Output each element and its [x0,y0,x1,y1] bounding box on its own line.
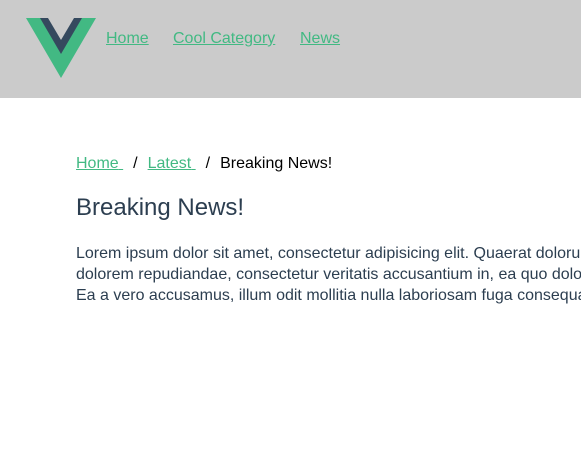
site-header: Home Cool Category News [0,0,581,98]
breadcrumb-home-link[interactable]: Home [76,155,123,172]
vue-logo-icon[interactable] [26,18,96,78]
breadcrumb-current: Breaking News! [220,155,333,172]
article-body-line: Ea a vero accusamus, illum odit mollitia… [76,287,581,304]
article-body-line: Lorem ipsum dolor sit amet, consectetur … [76,245,581,262]
breadcrumb: Home / Latest / Breaking News! [76,155,332,173]
nav-link-news[interactable]: News [300,30,340,48]
nav-link-cool-category[interactable]: Cool Category [173,30,275,48]
breadcrumb-separator: / [205,155,211,172]
nav-link-home[interactable]: Home [106,30,149,48]
breadcrumb-latest-link[interactable]: Latest [148,155,196,172]
article-body: Lorem ipsum dolor sit amet, consectetur … [76,243,581,306]
article-body-line: dolorem repudiandae, consectetur veritat… [76,266,581,283]
article-title: Breaking News! [76,194,245,221]
breadcrumb-separator: / [133,155,138,172]
